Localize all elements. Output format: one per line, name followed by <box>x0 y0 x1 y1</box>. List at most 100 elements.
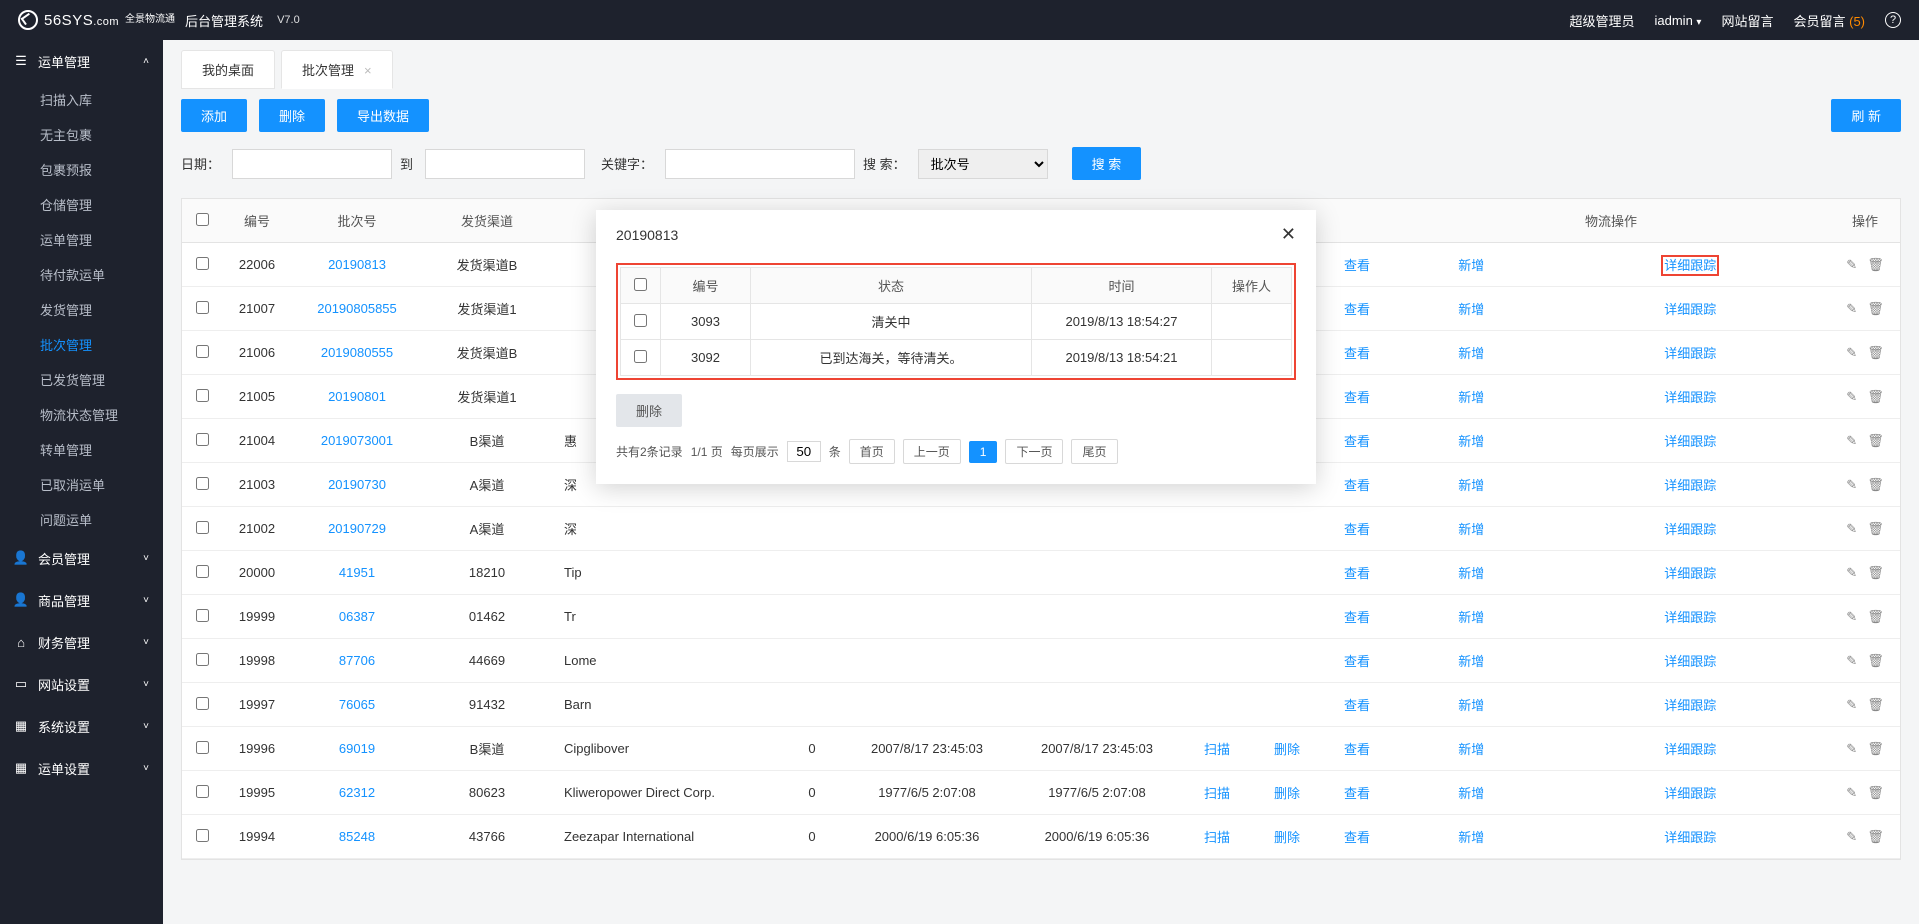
batch-link[interactable]: 2019080555 <box>321 345 393 360</box>
modal-select-all[interactable] <box>634 278 647 291</box>
addnew-link[interactable]: 新增 <box>1458 478 1484 493</box>
edit-icon[interactable]: ✎ <box>1846 345 1857 361</box>
addnew-link[interactable]: 新增 <box>1458 610 1484 625</box>
edit-icon[interactable]: ✎ <box>1846 565 1857 581</box>
addnew-link[interactable]: 新增 <box>1458 830 1484 845</box>
addnew-link[interactable]: 新增 <box>1458 566 1484 581</box>
add-button[interactable]: 添加 <box>181 99 247 132</box>
date-to-input[interactable] <box>425 149 585 179</box>
menu-waybill[interactable]: ☰ 运单管理 ˄ <box>0 40 163 82</box>
addnew-link[interactable]: 新增 <box>1458 698 1484 713</box>
pager-first[interactable]: 首页 <box>849 439 895 464</box>
pager-per-input[interactable] <box>787 441 821 462</box>
view-link[interactable]: 查看 <box>1344 302 1370 317</box>
scan-link[interactable]: 扫描 <box>1204 742 1230 757</box>
addnew-link[interactable]: 新增 <box>1458 786 1484 801</box>
edit-icon[interactable]: ✎ <box>1846 785 1857 801</box>
view-link[interactable]: 查看 <box>1344 346 1370 361</box>
view-link[interactable]: 查看 <box>1344 258 1370 273</box>
addnew-link[interactable]: 新增 <box>1458 302 1484 317</box>
view-link[interactable]: 查看 <box>1344 830 1370 845</box>
pager-prev[interactable]: 上一页 <box>903 439 961 464</box>
view-link[interactable]: 查看 <box>1344 698 1370 713</box>
sidebar-item-无主包裹[interactable]: 无主包裹 <box>0 117 163 152</box>
view-link[interactable]: 查看 <box>1344 654 1370 669</box>
addnew-link[interactable]: 新增 <box>1458 742 1484 757</box>
select-all-checkbox[interactable] <box>196 213 209 226</box>
pager-last[interactable]: 尾页 <box>1071 439 1117 464</box>
row-checkbox[interactable] <box>196 389 209 402</box>
edit-icon[interactable]: ✎ <box>1846 697 1857 713</box>
member-msg-link[interactable]: 会员留言 (5) <box>1793 11 1865 30</box>
batch-link[interactable]: 2019073001 <box>321 433 393 448</box>
detail-link[interactable]: 详细跟踪 <box>1664 390 1716 405</box>
batch-link[interactable]: 62312 <box>339 785 375 800</box>
export-button[interactable]: 导出数据 <box>337 99 429 132</box>
sidebar-item-发货管理[interactable]: 发货管理 <box>0 292 163 327</box>
keyword-input[interactable] <box>665 149 855 179</box>
sidebar-item-网站设置[interactable]: ▭网站设置˅ <box>0 663 163 705</box>
row-delete-link[interactable]: 删除 <box>1274 830 1300 845</box>
edit-icon[interactable]: ✎ <box>1846 477 1857 493</box>
detail-link[interactable]: 详细跟踪 <box>1664 522 1716 537</box>
view-link[interactable]: 查看 <box>1344 566 1370 581</box>
detail-link[interactable]: 详细跟踪 <box>1664 654 1716 669</box>
trash-icon[interactable]: 🗑 <box>1867 345 1884 361</box>
row-checkbox[interactable] <box>196 521 209 534</box>
delete-button[interactable]: 删除 <box>259 99 325 132</box>
trash-icon[interactable]: 🗑 <box>1867 697 1884 713</box>
edit-icon[interactable]: ✎ <box>1846 257 1857 273</box>
pager-current[interactable]: 1 <box>969 441 998 463</box>
batch-link[interactable]: 69019 <box>339 741 375 756</box>
view-link[interactable]: 查看 <box>1344 742 1370 757</box>
view-link[interactable]: 查看 <box>1344 786 1370 801</box>
row-checkbox[interactable] <box>196 785 209 798</box>
pager-next[interactable]: 下一页 <box>1005 439 1063 464</box>
trash-icon[interactable]: 🗑 <box>1867 741 1884 757</box>
batch-link[interactable]: 20190813 <box>328 257 386 272</box>
row-delete-link[interactable]: 删除 <box>1274 742 1300 757</box>
view-link[interactable]: 查看 <box>1344 478 1370 493</box>
detail-link[interactable]: 详细跟踪 <box>1664 478 1716 493</box>
batch-link[interactable]: 20190729 <box>328 521 386 536</box>
trash-icon[interactable]: 🗑 <box>1867 433 1884 449</box>
addnew-link[interactable]: 新增 <box>1458 654 1484 669</box>
detail-link[interactable]: 详细跟踪 <box>1664 610 1716 625</box>
row-checkbox[interactable] <box>196 257 209 270</box>
detail-link[interactable]: 详细跟踪 <box>1664 302 1716 317</box>
edit-icon[interactable]: ✎ <box>1846 829 1857 845</box>
batch-link[interactable]: 06387 <box>339 609 375 624</box>
sidebar-item-商品管理[interactable]: 👤商品管理˅ <box>0 579 163 621</box>
scan-link[interactable]: 扫描 <box>1204 786 1230 801</box>
addnew-link[interactable]: 新增 <box>1458 434 1484 449</box>
row-checkbox[interactable] <box>196 741 209 754</box>
sidebar-item-仓储管理[interactable]: 仓储管理 <box>0 187 163 222</box>
trash-icon[interactable]: 🗑 <box>1867 829 1884 845</box>
trash-icon[interactable]: 🗑 <box>1867 609 1884 625</box>
trash-icon[interactable]: 🗑 <box>1867 565 1884 581</box>
detail-link[interactable]: 详细跟踪 <box>1664 830 1716 845</box>
sidebar-item-扫描入库[interactable]: 扫描入库 <box>0 82 163 117</box>
batch-link[interactable]: 20190801 <box>328 389 386 404</box>
row-checkbox[interactable] <box>196 653 209 666</box>
sidebar-item-会员管理[interactable]: 👤会员管理˅ <box>0 537 163 579</box>
row-delete-link[interactable]: 删除 <box>1274 786 1300 801</box>
detail-link[interactable]: 详细跟踪 <box>1664 698 1716 713</box>
sidebar-item-运单管理[interactable]: 运单管理 <box>0 222 163 257</box>
addnew-link[interactable]: 新增 <box>1458 346 1484 361</box>
search-button[interactable]: 搜 索 <box>1072 147 1142 180</box>
view-link[interactable]: 查看 <box>1344 390 1370 405</box>
edit-icon[interactable]: ✎ <box>1846 653 1857 669</box>
batch-link[interactable]: 20190730 <box>328 477 386 492</box>
row-checkbox[interactable] <box>196 565 209 578</box>
trash-icon[interactable]: 🗑 <box>1867 301 1884 317</box>
sidebar-item-问题运单[interactable]: 问题运单 <box>0 502 163 537</box>
addnew-link[interactable]: 新增 <box>1458 390 1484 405</box>
site-msg-link[interactable]: 网站留言 <box>1721 11 1773 30</box>
close-icon[interactable]: × <box>364 63 372 78</box>
detail-link[interactable]: 详细跟踪 <box>1664 786 1716 801</box>
sidebar-item-转单管理[interactable]: 转单管理 <box>0 432 163 467</box>
row-checkbox[interactable] <box>196 829 209 842</box>
edit-icon[interactable]: ✎ <box>1846 389 1857 405</box>
sidebar-item-财务管理[interactable]: ⌂财务管理˅ <box>0 621 163 663</box>
